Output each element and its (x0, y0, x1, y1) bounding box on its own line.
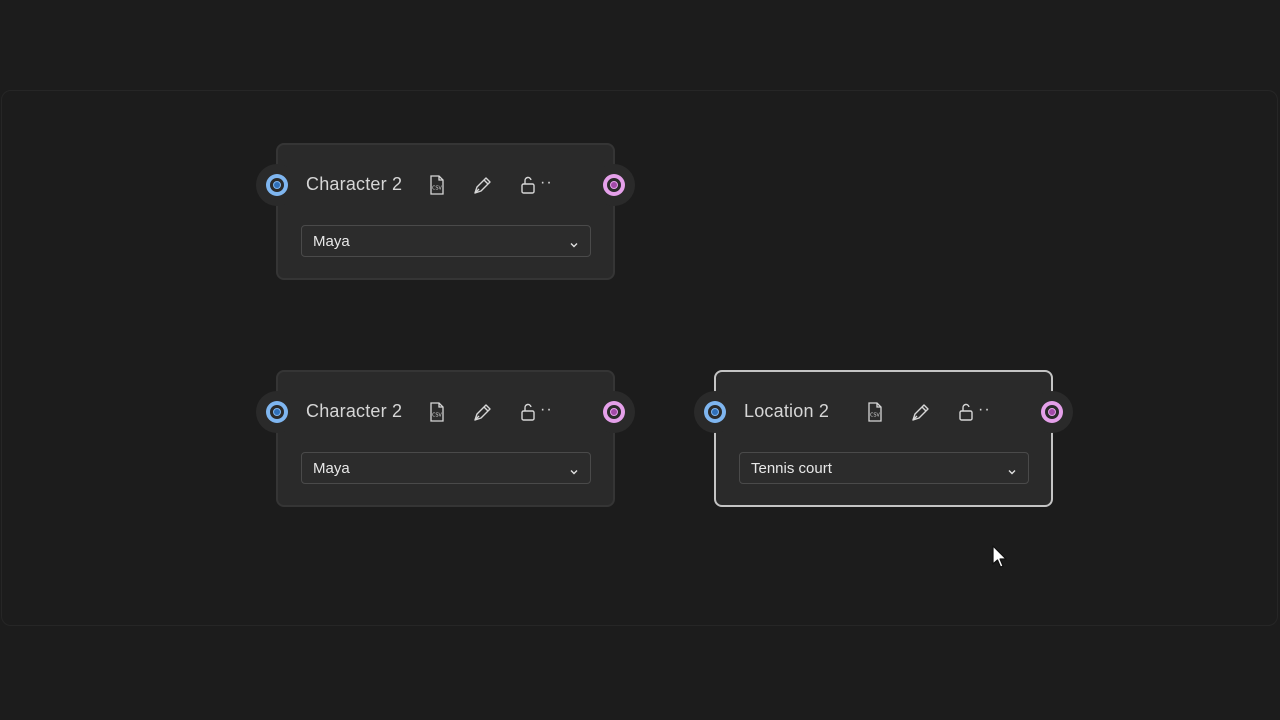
character-select[interactable]: Maya (301, 225, 591, 257)
output-port[interactable] (1041, 401, 1063, 423)
unlock-icon[interactable] (520, 402, 540, 422)
input-port-wrap (256, 391, 298, 433)
location-select[interactable]: Tennis court (739, 452, 1029, 484)
character-node[interactable]: Character 2 CSV ·· Maya (256, 143, 635, 280)
output-port[interactable] (603, 174, 625, 196)
unlock-icon[interactable] (520, 175, 540, 195)
node-title: Character 2 (306, 174, 403, 194)
node-title: Location 2 (744, 401, 830, 421)
input-port[interactable] (266, 401, 288, 423)
node-title: Character 2 (306, 401, 403, 421)
select-value: Maya (313, 233, 350, 250)
pen-icon[interactable] (911, 402, 931, 422)
chevron-down-icon (1007, 464, 1017, 475)
output-port-wrap (593, 164, 635, 206)
pen-icon[interactable] (473, 402, 493, 422)
input-port-wrap (256, 164, 298, 206)
character-select[interactable]: Maya (301, 452, 591, 484)
chevron-down-icon (569, 237, 579, 248)
pen-icon[interactable] (473, 175, 493, 195)
output-port-wrap (593, 391, 635, 433)
more-menu-button[interactable]: ·· (540, 401, 553, 419)
csv-label: CSV (432, 186, 442, 192)
more-menu-button[interactable]: ·· (978, 401, 991, 419)
character-node[interactable]: Character 2 CSV ·· Maya (256, 370, 635, 507)
input-port[interactable] (266, 174, 288, 196)
select-value: Maya (313, 460, 350, 477)
csv-label: CSV (870, 413, 880, 419)
csv-file-icon[interactable]: CSV (428, 175, 448, 195)
mouse-pointer-icon (992, 545, 1008, 569)
output-port[interactable] (603, 401, 625, 423)
more-menu-button[interactable]: ·· (540, 174, 553, 192)
select-value: Tennis court (751, 460, 832, 477)
csv-file-icon[interactable]: CSV (866, 402, 886, 422)
output-port-wrap (1031, 391, 1073, 433)
unlock-icon[interactable] (958, 402, 978, 422)
csv-file-icon[interactable]: CSV (428, 402, 448, 422)
node-canvas[interactable] (1, 90, 1278, 626)
input-port[interactable] (704, 401, 726, 423)
chevron-down-icon (569, 464, 579, 475)
location-node[interactable]: Location 2 CSV ·· Tennis court (694, 370, 1073, 507)
input-port-wrap (694, 391, 736, 433)
csv-label: CSV (432, 413, 442, 419)
